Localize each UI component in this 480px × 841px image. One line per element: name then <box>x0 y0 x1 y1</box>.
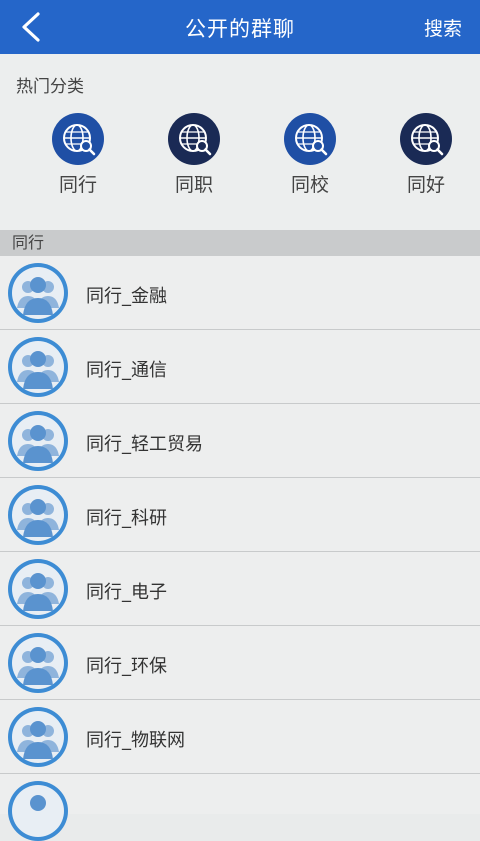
category-label: 同行 <box>58 174 97 196</box>
hot-categories: 热门分类 同行 同职 同校 同好 <box>0 54 480 230</box>
category-tongxiao[interactable]: 同校 <box>280 112 340 197</box>
list-item-label: 同行_物联网 <box>86 730 185 751</box>
list-item-label: 同行_电子 <box>86 582 167 603</box>
group-avatar-icon <box>8 781 68 841</box>
list-item[interactable]: 同行_金融 <box>0 256 480 330</box>
list-item-partial[interactable] <box>0 774 480 841</box>
list-item-label: 同行_科研 <box>86 508 167 529</box>
list-item[interactable]: 同行_科研 <box>0 478 480 552</box>
category-label: 同好 <box>406 174 445 196</box>
globe-search-icon <box>168 113 220 165</box>
group-avatar-icon <box>8 485 68 545</box>
list-item-label: 同行_金融 <box>86 286 167 307</box>
globe-search-icon <box>52 113 104 165</box>
category-tonghang[interactable]: 同行 <box>48 112 108 197</box>
group-avatar-icon <box>8 411 68 471</box>
list-item-label: 同行_通信 <box>86 360 167 381</box>
globe-search-icon <box>284 113 336 165</box>
group-avatar-icon <box>8 263 68 323</box>
list-item-label: 同行_环保 <box>86 656 167 677</box>
list-item[interactable]: 同行_轻工贸易 <box>0 404 480 478</box>
list-item[interactable]: 同行_物联网 <box>0 700 480 774</box>
category-tongzhi[interactable]: 同职 <box>164 112 224 197</box>
list-item[interactable]: 同行_环保 <box>0 626 480 700</box>
list-item[interactable]: 同行_通信 <box>0 330 480 404</box>
top-bar: 公开的群聊 搜索 <box>0 0 480 54</box>
group-avatar-icon <box>8 707 68 767</box>
category-tonghao[interactable]: 同好 <box>396 112 456 197</box>
group-avatar-icon <box>8 337 68 397</box>
section-label: 热门分类 <box>16 77 84 97</box>
group-list: 同行_金融 同行_通信 同行_轻工贸易 同行_科研 同行_电子 同行_环保 同行… <box>0 256 480 841</box>
globe-search-icon <box>400 113 452 165</box>
group-header: 同行 <box>0 230 480 256</box>
group-avatar-icon <box>8 559 68 619</box>
group-avatar-icon <box>8 633 68 693</box>
list-item-label: 同行_轻工贸易 <box>86 434 203 455</box>
search-button[interactable]: 搜索 <box>424 14 462 41</box>
category-label: 同校 <box>290 174 329 196</box>
page-title: 公开的群聊 <box>185 17 295 41</box>
category-label: 同职 <box>174 174 213 196</box>
list-item[interactable]: 同行_电子 <box>0 552 480 626</box>
